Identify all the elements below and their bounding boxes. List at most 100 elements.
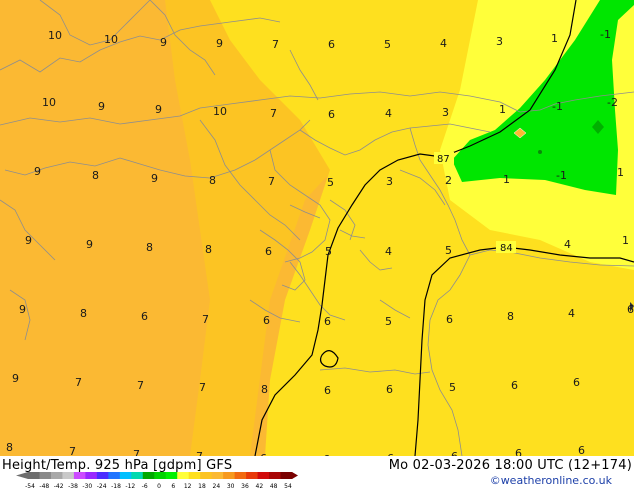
scale-swatch	[85, 472, 98, 479]
temperature-value: 4	[568, 307, 575, 320]
scale-swatch	[119, 472, 132, 479]
scale-tick-label: -12	[125, 483, 135, 490]
temperature-value: 5	[384, 38, 391, 51]
scale-tick-label: -42	[54, 483, 64, 490]
scale-tick-label: 24	[213, 483, 221, 490]
scale-swatch	[108, 472, 121, 479]
temperature-value: 3	[386, 175, 393, 188]
temperature-value: 8	[205, 243, 212, 256]
scale-swatch	[280, 472, 293, 479]
temperature-value: 3	[442, 106, 449, 119]
temperature-value: 9	[12, 372, 19, 385]
credit-link[interactable]: ©weatheronline.co.uk	[490, 474, 612, 487]
contour-label-84: 84	[500, 243, 513, 254]
scale-tick-label: -54	[25, 483, 35, 490]
temperature-value: 6	[627, 303, 634, 316]
temperature-value: 8	[261, 383, 268, 396]
temperature-value: 8	[146, 241, 153, 254]
temperature-value: 8	[92, 169, 99, 182]
temperature-value: 6	[328, 108, 335, 121]
temperature-value: -1	[600, 28, 611, 41]
scale-tick-label: 6	[171, 483, 175, 490]
temperature-value: 4	[385, 107, 392, 120]
scale-swatch	[62, 472, 75, 479]
contour-label-87: 87	[437, 154, 450, 165]
temperature-value: 9	[98, 100, 105, 113]
weather-map: 87 84 10 10 9 9 7 6 5 4 3 1 -1 10 9 9 10	[0, 0, 634, 456]
scale-tick-label: -48	[39, 483, 49, 490]
temperature-value: 5	[445, 244, 452, 257]
scale-tick-label: 30	[227, 483, 235, 490]
scale-swatch	[257, 472, 270, 479]
scale-swatch	[200, 472, 213, 479]
temperature-value: 8	[209, 174, 216, 187]
temperature-value: 9	[155, 103, 162, 116]
temperature-value: 8	[6, 441, 13, 454]
temperature-value: 6	[328, 38, 335, 51]
temperature-value: 6	[141, 310, 148, 323]
scale-swatch	[246, 472, 258, 479]
scale-swatch	[96, 472, 109, 479]
scale-swatch	[269, 472, 281, 479]
temperature-value: 10	[104, 33, 118, 46]
temperature-value: 7	[268, 175, 275, 188]
scale-swatch	[211, 472, 224, 479]
scale-swatch	[28, 472, 40, 479]
temperature-value: 1	[551, 32, 558, 45]
temperature-value: 7	[199, 381, 206, 394]
temperature-value: 1	[499, 103, 506, 116]
temperature-value: 3	[496, 35, 503, 48]
temperature-value: 6	[511, 379, 518, 392]
temperature-value: 1	[617, 166, 624, 179]
scale-tick-label: 48	[270, 483, 278, 490]
temperature-value: -1	[556, 169, 567, 182]
temperature-value: 9	[19, 303, 26, 316]
temperature-value: 8	[507, 310, 514, 323]
temperature-value: 9	[151, 172, 158, 185]
temperature-value: 5	[449, 381, 456, 394]
scale-swatch	[131, 472, 144, 479]
scale-swatch	[177, 472, 190, 479]
temperature-value: 9	[34, 165, 41, 178]
valid-time: Mo 02-03-2026 18:00 UTC (12+174)	[388, 458, 632, 473]
temperature-value: 2	[445, 174, 452, 187]
temperature-value: 9	[216, 37, 223, 50]
temperature-value: 6	[386, 383, 393, 396]
scale-swatch	[165, 472, 178, 479]
temperature-value: 5	[327, 176, 334, 189]
scale-swatch	[154, 472, 167, 479]
temperature-value: 6	[515, 447, 522, 456]
temperature-value: 7	[270, 107, 277, 120]
temperature-value: -1	[552, 100, 563, 113]
scale-tick-label: -38	[68, 483, 78, 490]
temperature-value: 6	[263, 314, 270, 327]
temperature-value: 10	[42, 96, 56, 109]
temperature-value: 1	[622, 234, 629, 247]
temperature-value: 6	[324, 315, 331, 328]
temperature-value: 6	[573, 376, 580, 389]
map-canvas: 87 84 10 10 9 9 7 6 5 4 3 1 -1 10 9 9 10	[0, 0, 634, 456]
temperature-value: 6	[446, 313, 453, 326]
scale-swatch	[234, 472, 247, 479]
temperature-value: 1	[503, 173, 510, 186]
scale-tick-label: 54	[284, 483, 292, 490]
scale-tick-label: 36	[241, 483, 249, 490]
temperature-value: 10	[48, 29, 62, 42]
temperature-value: 9	[25, 234, 32, 247]
temperature-value: 7	[69, 445, 76, 456]
temperature-value: 5	[385, 315, 392, 328]
temperature-value: 6	[324, 384, 331, 397]
temperature-value: 8	[80, 307, 87, 320]
temperature-value: 7	[202, 313, 209, 326]
temperature-value: 4	[440, 37, 447, 50]
temperature-value: -2	[607, 96, 618, 109]
map-footer: Height/Temp. 925 hPa [gdpm] GFS Mo 02-03…	[0, 456, 634, 490]
temperature-value: 7	[75, 376, 82, 389]
temperature-value: 9	[86, 238, 93, 251]
temperature-value: 7	[272, 38, 279, 51]
scale-swatch	[188, 472, 201, 479]
temperature-value: 4	[564, 238, 571, 251]
scale-tick-label: -6	[142, 483, 148, 490]
scale-tick-label: 18	[198, 483, 206, 490]
temperature-value: 5	[325, 245, 332, 258]
